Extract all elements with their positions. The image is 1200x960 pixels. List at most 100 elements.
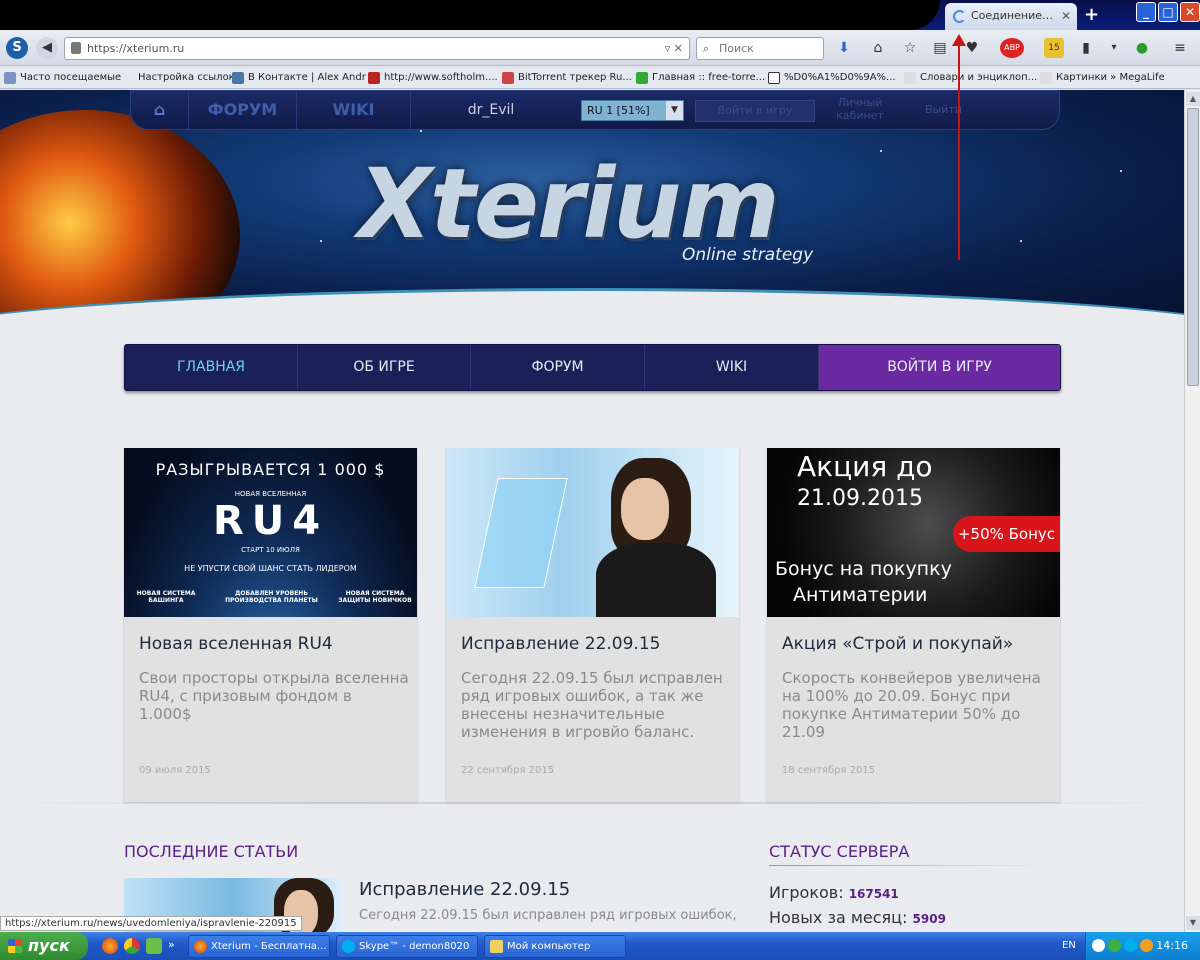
bookmark-item[interactable]: %D0%A1%D0%9A%...: [768, 71, 896, 85]
logout-link[interactable]: Выйти: [925, 103, 962, 116]
start-button[interactable]: пуск: [0, 932, 88, 960]
link-status-tooltip: https://xterium.ru/news/uvedomleniya/isp…: [0, 916, 302, 931]
extension-dropdown-icon[interactable]: ▾: [1104, 38, 1124, 58]
news-title[interactable]: Исправление 22.09.15: [461, 634, 660, 654]
torrent-icon: [502, 72, 514, 84]
menu-forum[interactable]: ФОРУМ: [471, 345, 645, 390]
bookmark-item[interactable]: Часто посещаемые: [4, 71, 121, 85]
news-image-ru4[interactable]: РАЗЫГРЫВАЕТСЯ 1 000 $ НОВАЯ ВСЕЛЕННАЯ RU…: [124, 448, 417, 617]
news-title[interactable]: Акция «Строй и покупай»: [782, 634, 1013, 654]
scrollbar-thumb[interactable]: [1187, 108, 1199, 386]
stop-icon[interactable]: ▿ ✕: [665, 38, 683, 59]
news-date: 09 июля 2015: [139, 765, 211, 776]
woman-face: [621, 478, 669, 540]
top-forum-link[interactable]: ФОРУМ: [189, 91, 297, 129]
browser-tab[interactable]: Соединение… ✕: [945, 3, 1077, 30]
chrome-quicklaunch-icon[interactable]: [124, 938, 140, 954]
scroll-down-icon[interactable]: ▼: [1186, 916, 1200, 930]
maximize-button[interactable]: □: [1158, 2, 1178, 22]
tray-check-icon[interactable]: [1108, 939, 1121, 952]
taskbar-task-firefox[interactable]: Xterium - Бесплатна...: [188, 935, 330, 958]
bookmark-label: В Контакте | Alex Andr: [248, 72, 366, 83]
firefox-quicklaunch-icon[interactable]: [102, 938, 118, 954]
search-input[interactable]: ⌕ Поиск: [696, 37, 824, 60]
bookmark-item[interactable]: BitTorrent трекер Ru...: [502, 71, 632, 85]
logo-tagline: Online strategy: [682, 245, 814, 265]
skype-icon[interactable]: S: [6, 37, 28, 59]
window-titlebar: Соединение… ✕ + _ □ ✕: [0, 0, 1200, 30]
bookmark-item[interactable]: Настройка ссылок: [122, 71, 235, 85]
torrent-arrow-icon: [636, 72, 648, 84]
addon-icon[interactable]: ●: [1132, 38, 1152, 58]
web-page: Xterium Online strategy ⌂ ФОРУМ WIKI dr_…: [0, 90, 1184, 932]
bookmark-item[interactable]: В Контакте | Alex Andr: [232, 71, 366, 85]
notifications-badge[interactable]: 15: [1044, 38, 1064, 58]
news-text: Сегодня 22.09.15 был исправлен ряд игров…: [461, 669, 723, 741]
top-wiki-link[interactable]: WIKI: [297, 91, 411, 129]
app-quicklaunch-icon[interactable]: [146, 938, 162, 954]
quicklaunch-expand-icon[interactable]: »: [168, 938, 175, 951]
minimize-button[interactable]: _: [1136, 2, 1156, 22]
bookmark-star-icon[interactable]: ☆: [900, 38, 920, 58]
site-logo[interactable]: Xterium: [358, 148, 780, 260]
bookmark-page-icon: [904, 72, 916, 84]
personal-cabinet-link[interactable]: Личный кабинет: [831, 96, 889, 122]
home-icon[interactable]: ⌂: [868, 38, 888, 58]
menu-about[interactable]: ОБ ИГРЕ: [298, 345, 471, 390]
skype-icon: [342, 940, 355, 953]
players-count: Игроков: 167541: [769, 883, 899, 902]
promo-sub: НОВАЯ ВСЕЛЕННАЯ: [234, 490, 307, 498]
tray-skype-icon[interactable]: [1124, 939, 1137, 952]
bookmark-item[interactable]: Словари и энциклоп...: [904, 71, 1037, 85]
article-title[interactable]: Исправление 22.09.15: [359, 879, 570, 900]
download-icon[interactable]: ⬇: [834, 38, 854, 58]
search-placeholder: Поиск: [719, 42, 754, 55]
adblock-icon[interactable]: ABP: [1000, 38, 1024, 58]
new-players-value: 5909: [912, 912, 946, 926]
promo-feature: НОВАЯ СИСТЕМА ЗАЩИТЫ НОВИЧКОВ: [338, 590, 412, 604]
taskbar-task-skype[interactable]: Skype™ - demon8020: [336, 935, 478, 958]
tab-close-icon[interactable]: ✕: [1061, 3, 1071, 29]
bookmark-item[interactable]: Картинки » MegaLife: [1040, 71, 1165, 85]
clipboard-icon[interactable]: ▤: [930, 38, 950, 58]
latest-articles-heading: ПОСЛЕДНИЕ СТАТЬИ: [124, 842, 299, 861]
server-select[interactable]: RU 1 [51%] ▼: [581, 100, 684, 121]
menu-icon[interactable]: ≡: [1170, 38, 1190, 58]
close-window-button[interactable]: ✕: [1180, 2, 1200, 22]
language-indicator[interactable]: EN: [1062, 932, 1076, 960]
heading-underline: [769, 865, 1049, 866]
news-title[interactable]: Новая вселенная RU4: [139, 634, 333, 654]
tray-app-icon[interactable]: [1140, 939, 1153, 952]
scroll-up-icon[interactable]: ▲: [1186, 92, 1200, 106]
new-players-label: Новых за месяц:: [769, 908, 908, 927]
news-card[interactable]: Исправление 22.09.15 Сегодня 22.09.15 бы…: [446, 448, 739, 802]
news-image-promo[interactable]: Акция до 21.09.2015 +50% Бонус Бонус на …: [767, 448, 1060, 617]
header-banner: Xterium Online strategy ⌂ ФОРУМ WIKI dr_…: [0, 90, 1184, 316]
uk-flag-icon: [368, 72, 380, 84]
back-icon[interactable]: ◀: [36, 37, 58, 59]
tray-arrow-icon[interactable]: [1092, 939, 1105, 952]
bookmark-item[interactable]: Главная :: free-torre...: [636, 71, 765, 85]
news-card[interactable]: Акция до 21.09.2015 +50% Бонус Бонус на …: [767, 448, 1060, 802]
bookmark-item[interactable]: http://www.softholm....: [368, 71, 498, 85]
menu-wiki[interactable]: WIKI: [645, 345, 819, 390]
extension-icon[interactable]: ▮: [1076, 38, 1096, 58]
star: [1020, 240, 1022, 242]
new-tab-button[interactable]: +: [1084, 4, 1099, 25]
clock: 14:16: [1156, 939, 1188, 952]
start-label: пуск: [28, 936, 70, 955]
top-enter-game-button[interactable]: Войти в игру: [695, 100, 815, 122]
address-bar[interactable]: https://xterium.ru ▿ ✕: [64, 37, 690, 60]
redacted-area: [0, 0, 940, 30]
home-icon[interactable]: ⌂: [131, 91, 189, 129]
news-card[interactable]: РАЗЫГРЫВАЕТСЯ 1 000 $ НОВАЯ ВСЕЛЕННАЯ RU…: [124, 448, 417, 802]
menu-enter-game-button[interactable]: ВОЙТИ В ИГРУ: [819, 345, 1060, 390]
page-scrollbar[interactable]: ▲ ▼: [1184, 90, 1200, 932]
server-select-value: RU 1 [51%]: [587, 104, 650, 117]
bookmark-label: Картинки » MegaLife: [1056, 72, 1165, 83]
promo-line: Акция до: [797, 450, 933, 483]
taskbar-task-explorer[interactable]: Мой компьютер: [484, 935, 626, 958]
news-image-woman[interactable]: [446, 448, 739, 617]
menu-home[interactable]: ГЛАВНАЯ: [125, 345, 298, 390]
bookmark-label: Часто посещаемые: [20, 72, 122, 83]
